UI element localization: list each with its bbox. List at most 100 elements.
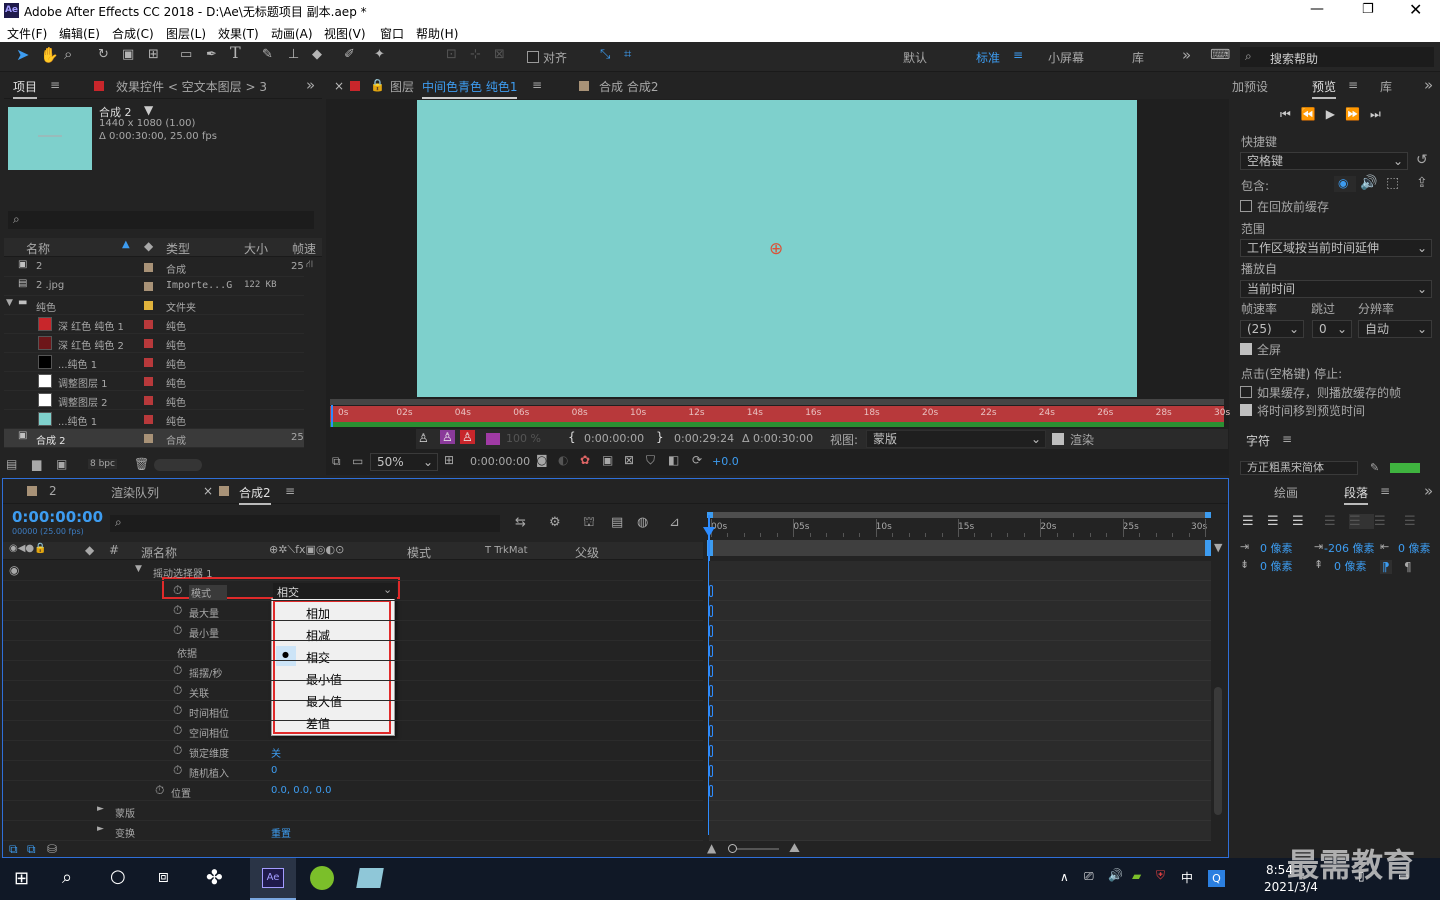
show-snapshot-icon[interactable]: ◐ (558, 453, 568, 467)
frame-blending-icon[interactable]: ▤ (611, 515, 623, 530)
project-item-row[interactable]: ▼ ▬ 纯色 文件夹 (4, 296, 304, 315)
close-icon[interactable]: ✕ (1409, 0, 1422, 19)
monitor-icon[interactable]: ▭ (352, 454, 363, 468)
workspace-library[interactable]: 库 (1132, 49, 1144, 66)
play-icon[interactable]: ▶ (1326, 107, 1335, 121)
volume-icon[interactable]: 🔊 (1108, 868, 1123, 882)
tab-comp-2[interactable]: 2 (49, 484, 57, 498)
transparency-grid-icon[interactable]: ⊠ (624, 453, 634, 467)
security-icon[interactable]: ⛨ (1156, 868, 1165, 883)
project-search-input[interactable]: ⌕ (8, 211, 314, 229)
audio-icon[interactable]: 🔊 (1360, 175, 1377, 191)
timeline-track-row[interactable] (709, 661, 1211, 681)
time-navigator[interactable] (707, 512, 1211, 518)
snap-checkbox[interactable] (527, 51, 539, 63)
indent-right-value[interactable]: 0 像素 (1398, 540, 1431, 556)
interpret-footage-icon[interactable]: ▤ (6, 457, 17, 471)
tab-menu-icon[interactable]: ≡ (1348, 78, 1358, 92)
column-trkmat[interactable]: T TrkMat (485, 545, 528, 556)
menu-file[interactable]: 文件(F) (7, 25, 47, 42)
menu-effect[interactable]: 效果(T) (218, 25, 259, 42)
frame-rate-select[interactable]: (25) ⌄ (1240, 320, 1304, 338)
column-type[interactable]: 类型 (166, 240, 190, 257)
viewer-canvas[interactable]: ⊕ (417, 100, 1137, 397)
property-value[interactable]: 0.0, 0.0, 0.0 (271, 785, 331, 796)
project-item-row[interactable]: ...纯色 1 纯色 (4, 410, 304, 429)
alpha-icon[interactable]: ♙ (460, 430, 475, 444)
workspace-default[interactable]: 默认 (903, 49, 927, 66)
cache-before-checkbox[interactable] (1240, 200, 1252, 212)
tab-menu-icon[interactable]: ≡ (1282, 432, 1292, 446)
label-column-icon[interactable]: ◆ (144, 239, 153, 253)
av-switches-icon[interactable]: ◉◀●🔒 (9, 543, 47, 554)
skip-select[interactable]: 0 ⌄ (1312, 320, 1352, 338)
previous-frame-icon[interactable]: ⏪ (1301, 107, 1316, 121)
timeline-property-row[interactable]: 依据 (3, 641, 703, 661)
stopwatch-icon[interactable]: ⏱ (173, 663, 182, 678)
keyframe-marker[interactable] (709, 585, 713, 597)
timeline-ruler[interactable]: 00s 05s 10s 15s 20s 25s 30s (707, 519, 1211, 539)
work-area-bar[interactable] (330, 399, 1224, 405)
indent-left-value[interactable]: 0 像素 (1260, 540, 1293, 556)
label-column-icon[interactable]: ◆ (85, 543, 94, 557)
keyframe-marker[interactable] (709, 725, 713, 737)
channel-color-swatch[interactable] (486, 433, 500, 445)
menu-layer[interactable]: 图层(L) (166, 25, 206, 42)
tab-comp-active[interactable]: 合成2 (239, 484, 271, 505)
mode-select[interactable]: 相交 ⌄ (273, 583, 397, 599)
opacity-value[interactable]: 100 % (506, 432, 541, 445)
scrollbar-thumb[interactable] (1214, 687, 1222, 815)
graph-editor-icon[interactable]: ⊿ (669, 515, 680, 530)
flowchart-icon[interactable]: ⛙ (306, 259, 313, 272)
timecode-display[interactable]: 0:00:00:00 (12, 508, 103, 526)
timeline-property-row[interactable]: ► 蒙版 (3, 801, 703, 821)
item-label-color[interactable] (144, 434, 153, 443)
project-item-row[interactable]: 调整图层 2 纯色 (4, 391, 304, 410)
comp-marker-icon[interactable]: ▼ (1214, 541, 1222, 554)
onion-skin-icon[interactable]: ♙ (440, 430, 455, 444)
draft-3d-icon[interactable]: ⚙ (549, 515, 561, 530)
project-item-row[interactable]: 深 红色 纯色 2 纯色 (4, 334, 304, 353)
snapshot-icon[interactable]: ◙ (536, 453, 548, 467)
property-value[interactable]: 0 (271, 765, 277, 776)
panel-overflow-icon[interactable]: » (1424, 76, 1433, 94)
keyframe-marker[interactable] (709, 705, 713, 717)
timeline-track-row[interactable] (709, 621, 1211, 641)
tab-menu-icon[interactable]: ≡ (1380, 484, 1390, 498)
eraser-tool-icon[interactable]: ◆ (312, 48, 322, 62)
magnification-select[interactable]: 50% ⌄ (370, 453, 438, 471)
task-view-icon[interactable]: ⧈ (158, 867, 169, 887)
axis-view-icon[interactable]: ⊠ (494, 48, 505, 62)
puppet-tool-icon[interactable]: ✦ (374, 48, 385, 62)
expand-arrow-icon[interactable]: ▼ (6, 298, 13, 308)
snap-edge-icon[interactable]: ⤡ (600, 48, 610, 62)
always-preview-icon[interactable]: ⧉ (332, 454, 341, 469)
tab-paint[interactable]: 绘画 (1274, 484, 1298, 501)
motion-blur-icon[interactable]: ◍ (637, 515, 648, 530)
set-out-icon[interactable]: } (656, 430, 664, 444)
menu-edit[interactable]: 编辑(E) (59, 25, 100, 42)
timeline-property-row[interactable]: ⏱ 摇摆/秒 (3, 661, 703, 681)
hand-tool-icon[interactable]: ✋ (40, 48, 59, 63)
timeline-track-row[interactable] (709, 581, 1211, 601)
tab-effects-presets[interactable]: 加预设 (1232, 78, 1268, 95)
workspace-standard[interactable]: 标准 (976, 49, 1000, 66)
stopwatch-icon[interactable]: ⏱ (173, 623, 182, 638)
column-source-name[interactable]: 源名称 (141, 544, 177, 561)
puppet-icon[interactable]: ♙ (418, 431, 429, 445)
workspace-small-screen[interactable]: 小屏幕 (1048, 49, 1084, 66)
item-label-color[interactable] (144, 358, 153, 367)
channels-icon[interactable]: ✿ (580, 453, 590, 467)
after-effects-taskbar-button[interactable]: Ae (250, 858, 296, 900)
align-left-icon[interactable]: ☰ (1242, 514, 1267, 529)
time-out[interactable]: 0:00:29:24 (674, 432, 734, 445)
layer-switches-toggle-icon[interactable]: ⧉ (9, 842, 18, 857)
timeline-track-row[interactable] (709, 821, 1211, 841)
item-label-color[interactable] (144, 263, 153, 272)
fullscreen-checkbox[interactable] (1240, 343, 1252, 355)
column-fps[interactable]: 帧速 (292, 240, 316, 257)
zoom-slider[interactable] (728, 844, 779, 853)
timeline-property-row[interactable]: ⏱ 随机植入 0 (3, 761, 703, 781)
space-before-value[interactable]: 0 像素 (1260, 558, 1293, 574)
menu-animation[interactable]: 动画(A) (271, 25, 313, 42)
